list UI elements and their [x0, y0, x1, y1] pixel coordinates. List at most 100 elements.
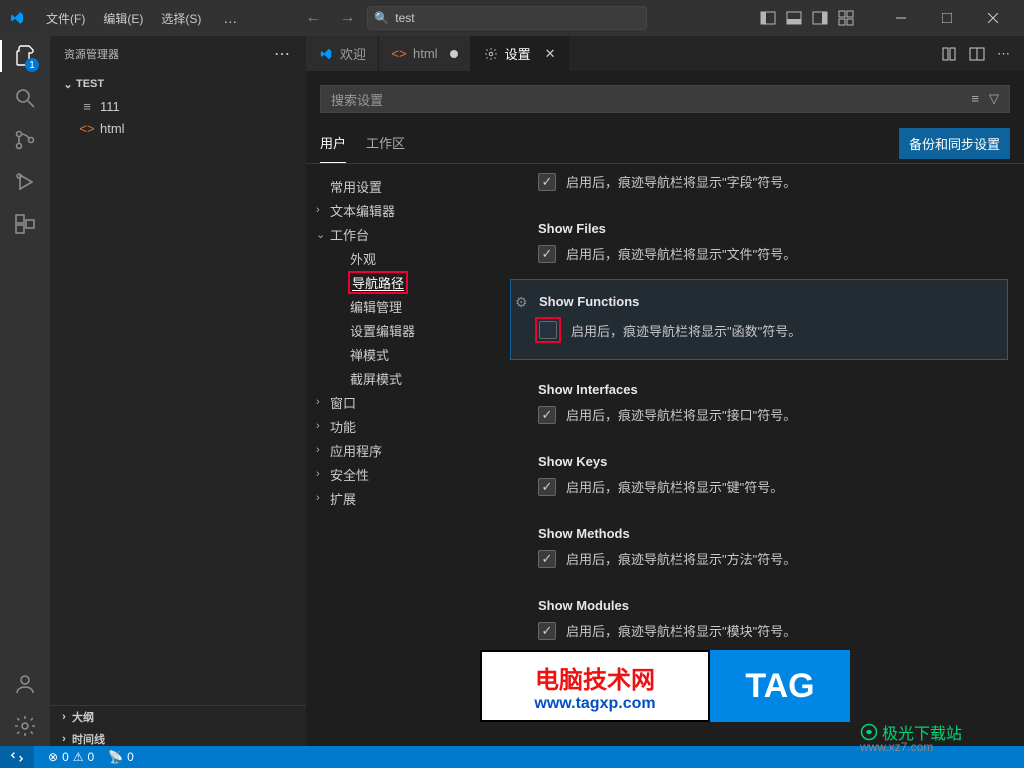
chevron-right-icon: › — [56, 711, 72, 723]
chevron-right-icon: › — [316, 492, 330, 504]
activity-settings-icon[interactable] — [13, 714, 37, 738]
vscode-icon — [318, 46, 334, 62]
search-icon: 🔍 — [374, 11, 389, 25]
layout-panel-bottom-icon[interactable] — [786, 10, 802, 26]
toc-zen[interactable]: 禅模式 — [306, 342, 496, 366]
split-editor-icon[interactable] — [969, 46, 985, 62]
chevron-down-icon: ⌄ — [316, 228, 330, 241]
activity-scm-icon[interactable] — [13, 128, 37, 152]
checkbox[interactable] — [538, 245, 556, 263]
toc-text-editor[interactable]: ›文本编辑器 — [306, 198, 496, 222]
titlebar: 文件(F) 编辑(E) 选择(S) … ← → 🔍 test — [0, 0, 1024, 36]
tab-settings[interactable]: 设置 ✕ — [471, 36, 569, 71]
checkbox[interactable] — [538, 622, 556, 640]
window-maximize-button[interactable] — [924, 0, 970, 36]
main-layout: 1 资源管理器 ⋯ ⌄ TEST ≡ 111 <> html — [0, 36, 1024, 750]
toc-security[interactable]: ›安全性 — [306, 462, 496, 486]
file-row[interactable]: <> html — [50, 117, 306, 139]
sidebar-title: 资源管理器 — [64, 46, 119, 62]
broadcast-icon: 📡 — [108, 750, 123, 764]
window-minimize-button[interactable] — [878, 0, 924, 36]
tab-html[interactable]: <> html — [379, 36, 471, 71]
folder-root[interactable]: ⌄ TEST — [50, 73, 306, 95]
status-ports[interactable]: 📡0 — [108, 750, 134, 764]
file-row[interactable]: ≡ 111 — [50, 95, 306, 117]
chevron-right-icon: › — [56, 733, 72, 745]
menu-more[interactable]: … — [217, 6, 245, 31]
toc-appearance[interactable]: 外观 — [306, 246, 496, 270]
watermark-tag: TAG — [710, 650, 850, 722]
activity-extensions-icon[interactable] — [13, 212, 37, 236]
dirty-indicator-icon — [450, 50, 458, 58]
layout-controls — [760, 10, 854, 26]
setting-show-keys: Show Keys 启用后，痕迹导航栏将显示"键"符号。 — [510, 440, 1008, 512]
setting-show-functions: ⚙ Show Functions 启用后，痕迹导航栏将显示"函数"符号。 — [510, 279, 1008, 360]
backup-sync-button[interactable]: 备份和同步设置 — [899, 128, 1010, 159]
settings-search-input[interactable]: 搜索设置 ≡ ▽ — [320, 85, 1010, 113]
scope-workspace-tab[interactable]: 工作区 — [366, 123, 405, 163]
watermark-box: 电脑技术网 www.tagxp.com — [480, 650, 710, 722]
html-file-icon: <> — [391, 46, 407, 62]
tabs-bar: 欢迎 <> html 设置 ✕ ⋯ — [306, 36, 1024, 71]
nav-arrows: ← → — [305, 9, 355, 27]
filter-icon[interactable]: ▽ — [989, 91, 999, 107]
explorer-badge: 1 — [25, 58, 39, 72]
watermark-jg-url: www.xz7.com — [860, 740, 933, 754]
menu-edit[interactable]: 编辑(E) — [95, 6, 151, 31]
activity-debug-icon[interactable] — [13, 170, 37, 194]
nav-forward-icon[interactable]: → — [339, 9, 355, 27]
layout-panel-left-icon[interactable] — [760, 10, 776, 26]
setting-gear-icon[interactable]: ⚙ — [515, 294, 528, 311]
layout-panel-right-icon[interactable] — [812, 10, 828, 26]
chevron-down-icon: ⌄ — [60, 78, 76, 91]
activity-account-icon[interactable] — [13, 672, 37, 696]
status-problems[interactable]: ⊗0 ⚠0 — [48, 750, 94, 764]
toc-common[interactable]: 常用设置 — [306, 174, 496, 198]
chevron-right-icon: › — [316, 204, 330, 216]
scope-user-tab[interactable]: 用户 — [320, 123, 346, 163]
toc-workbench[interactable]: ⌄工作台 — [306, 222, 496, 246]
activity-explorer-icon[interactable]: 1 — [13, 44, 37, 68]
sidebar-more-icon[interactable]: ⋯ — [274, 44, 292, 64]
chevron-right-icon: › — [316, 444, 330, 456]
checkbox[interactable] — [539, 321, 557, 339]
settings-toc: 常用设置 ›文本编辑器 ⌄工作台 外观 导航路径 编辑管理 设置编辑器 禅模式 … — [306, 164, 496, 750]
sidebar-explorer: 资源管理器 ⋯ ⌄ TEST ≡ 111 <> html › 大纲 › — [50, 36, 306, 750]
checkbox[interactable] — [538, 478, 556, 496]
toc-window[interactable]: ›窗口 — [306, 390, 496, 414]
checkbox[interactable] — [538, 406, 556, 424]
checkbox[interactable] — [538, 173, 556, 191]
outline-section[interactable]: › 大纲 — [50, 706, 306, 728]
nav-back-icon[interactable]: ← — [305, 9, 321, 27]
toc-breadcrumbs[interactable]: 导航路径 — [306, 270, 496, 294]
open-changes-icon[interactable] — [941, 46, 957, 62]
gear-icon — [483, 46, 499, 62]
command-center-text: test — [395, 11, 414, 25]
toc-settings-editor[interactable]: 设置编辑器 — [306, 318, 496, 342]
command-center[interactable]: 🔍 test — [367, 6, 647, 30]
error-icon: ⊗ — [48, 750, 58, 764]
checkbox[interactable] — [538, 550, 556, 568]
tab-welcome[interactable]: 欢迎 — [306, 36, 379, 71]
setting-show-files: Show Files 启用后，痕迹导航栏将显示"文件"符号。 — [510, 207, 1008, 279]
toc-screencast[interactable]: 截屏模式 — [306, 366, 496, 390]
remote-indicator[interactable] — [0, 746, 34, 768]
menu-bar: 文件(F) 编辑(E) 选择(S) … — [38, 6, 245, 31]
activity-search-icon[interactable] — [13, 86, 37, 110]
setting-partial-top: 启用后，痕迹导航栏将显示"字段"符号。 — [510, 172, 1008, 207]
tab-more-icon[interactable]: ⋯ — [997, 46, 1012, 62]
clear-filter-icon[interactable]: ≡ — [971, 91, 979, 107]
chevron-right-icon: › — [316, 396, 330, 408]
toc-editor-mgmt[interactable]: 编辑管理 — [306, 294, 496, 318]
toc-features[interactable]: ›功能 — [306, 414, 496, 438]
window-close-button[interactable] — [970, 0, 1016, 36]
menu-select[interactable]: 选择(S) — [153, 6, 209, 31]
app-logo — [8, 9, 26, 27]
toc-application[interactable]: ›应用程序 — [306, 438, 496, 462]
chevron-right-icon: › — [316, 468, 330, 480]
menu-file[interactable]: 文件(F) — [38, 6, 93, 31]
setting-show-methods: Show Methods 启用后，痕迹导航栏将显示"方法"符号。 — [510, 512, 1008, 584]
close-icon[interactable]: ✕ — [545, 46, 556, 62]
toc-extensions[interactable]: ›扩展 — [306, 486, 496, 510]
layout-customize-icon[interactable] — [838, 10, 854, 26]
